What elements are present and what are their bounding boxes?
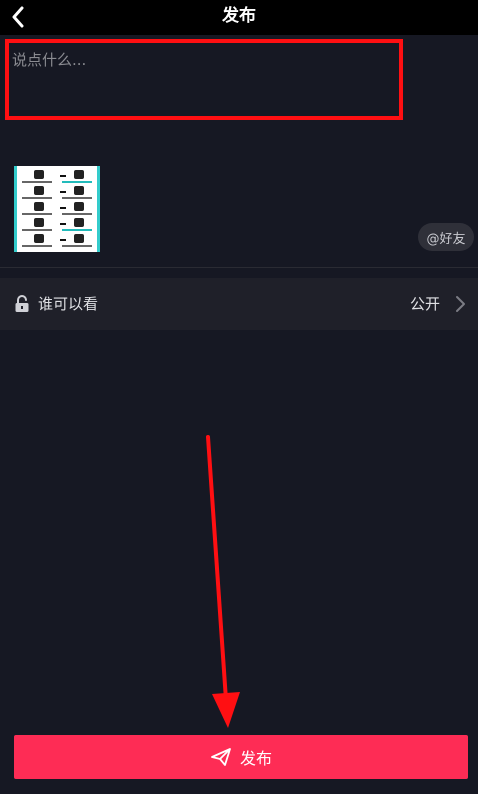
thumbnail-row (22, 186, 92, 200)
page-title: 发布 (222, 6, 256, 26)
top-bar: 发布 (0, 0, 478, 35)
caption-input[interactable] (12, 49, 382, 103)
thumbnail-row (22, 170, 92, 184)
divider (0, 267, 478, 268)
chevron-right-icon (456, 296, 465, 312)
publish-button-label: 发布 (239, 749, 272, 768)
visibility-setting-row[interactable]: 谁可以看 公开 (0, 278, 478, 330)
media-thumbnail[interactable] (14, 166, 100, 252)
unlock-icon (15, 295, 29, 312)
thumbnail-row (22, 218, 92, 232)
visibility-value: 公开 (409, 295, 440, 313)
thumbnail-row (22, 202, 92, 216)
visibility-label: 谁可以看 (38, 295, 99, 313)
publish-button[interactable]: 发布 (14, 735, 468, 779)
thumbnail-accent-left (14, 166, 17, 252)
thumbnail-accent-right (97, 166, 100, 252)
mention-friends-button[interactable]: @好友 (418, 223, 474, 251)
thumbnail-row (22, 234, 92, 248)
publish-screen: 发布 说点什么... @好友 谁可以看 公开 发布 (0, 0, 478, 794)
paper-plane-icon (211, 748, 231, 766)
composer: @好友 (0, 35, 478, 267)
